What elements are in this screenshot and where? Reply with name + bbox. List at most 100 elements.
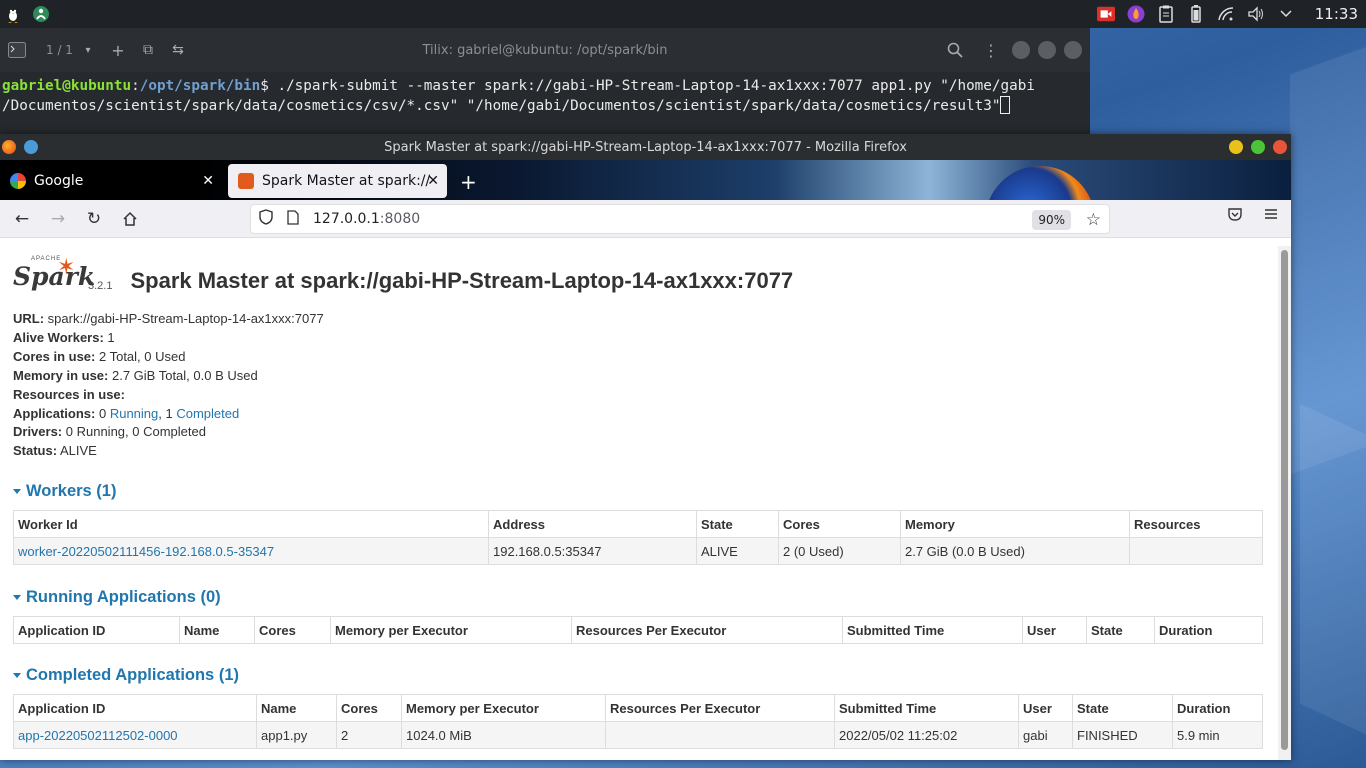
column-header[interactable]: Application ID (13, 694, 257, 722)
tab-google[interactable]: Google ✕ (0, 164, 222, 198)
minimize-button[interactable] (1229, 140, 1243, 154)
column-header[interactable]: State (1086, 616, 1155, 644)
column-header[interactable]: Cores (778, 510, 901, 538)
volume-icon[interactable] (1247, 5, 1265, 23)
table-cell: 2 (336, 721, 402, 749)
tab-spark-master[interactable]: Spark Master at spark://gabi- ✕ (228, 164, 447, 198)
column-header[interactable]: Submitted Time (842, 616, 1023, 644)
running-apps-table: Application ID Name Cores Memory per Exe… (13, 616, 1263, 644)
pocket-icon[interactable] (1227, 206, 1243, 226)
column-header[interactable]: Resources Per Executor (571, 616, 843, 644)
collapse-caret-icon (13, 489, 21, 494)
terminal-output[interactable]: gabriel@kubuntu:/opt/spark/bin$ ./spark-… (0, 72, 1090, 120)
summary-label: Alive Workers: (13, 329, 104, 345)
firefox-titlebar: Spark Master at spark://gabi-HP-Stream-L… (0, 134, 1291, 160)
column-header[interactable]: State (1072, 694, 1173, 722)
column-header[interactable]: User (1022, 616, 1087, 644)
column-header[interactable]: State (696, 510, 779, 538)
completed-apps-link[interactable]: Completed (176, 406, 239, 421)
column-header[interactable]: Name (179, 616, 255, 644)
close-button[interactable] (1064, 41, 1082, 59)
summary-label: Drivers: (13, 424, 63, 440)
column-header[interactable]: Submitted Time (834, 694, 1019, 722)
home-icon[interactable] (116, 205, 144, 233)
column-header[interactable]: Duration (1154, 616, 1263, 644)
back-icon[interactable]: ← (8, 205, 36, 233)
column-header[interactable]: Memory per Executor (401, 694, 606, 722)
add-session-icon[interactable]: + (107, 39, 129, 61)
maximize-button[interactable] (1038, 41, 1056, 59)
summary-label: Applications: (13, 405, 96, 421)
close-tab-icon[interactable]: ✕ (202, 173, 214, 189)
hamburger-menu-icon[interactable] (1263, 206, 1279, 226)
terminal-title: Tilix: gabriel@kubuntu: /opt/spark/bin (422, 42, 668, 58)
search-icon[interactable] (944, 39, 966, 61)
page-info-icon[interactable] (287, 209, 301, 229)
bookmark-star-icon[interactable]: ☆ (1086, 210, 1101, 230)
summary-label: Memory in use: (13, 367, 109, 383)
new-tab-icon[interactable]: + (460, 170, 477, 194)
forward-icon[interactable]: → (44, 205, 72, 233)
application-id-link[interactable]: app-20220502112502-0000 (18, 728, 178, 743)
running-apps-section-toggle[interactable]: Running Applications (0) (13, 588, 221, 607)
running-apps-link[interactable]: Running (110, 406, 158, 421)
close-button[interactable] (1273, 140, 1287, 154)
drivers-status: 0 Running, 0 Completed (65, 424, 206, 440)
column-header[interactable]: Memory (900, 510, 1130, 538)
worker-id-link[interactable]: worker-20220502111456-192.168.0.5-35347 (18, 544, 274, 559)
wifi-icon[interactable] (1217, 5, 1235, 23)
reload-icon[interactable]: ↻ (80, 205, 108, 233)
url-bar[interactable]: 127.0.0.1:8080 90% ☆ (250, 204, 1110, 234)
page-header: APACHE Spark ✶ 3.2.1 Spark Master at spa… (13, 254, 793, 296)
tracking-shield-icon[interactable] (259, 209, 275, 229)
clock[interactable]: 11:33 (1315, 5, 1358, 23)
firefox-app-icon[interactable] (2, 140, 16, 154)
master-status: ALIVE (59, 443, 97, 459)
minimize-button[interactable] (1012, 41, 1030, 59)
url-text[interactable]: 127.0.0.1:8080 (313, 211, 420, 227)
spark-favicon-icon (238, 173, 254, 189)
cluster-summary: URL: spark://gabi-HP-Stream-Laptop-14-ax… (13, 310, 324, 461)
column-header[interactable]: Application ID (13, 616, 180, 644)
terminal-cursor (1000, 96, 1011, 114)
table-cell: 192.168.0.5:35347 (488, 537, 697, 565)
column-header[interactable]: Duration (1172, 694, 1263, 722)
column-header[interactable]: Address (488, 510, 697, 538)
page-scrollbar[interactable] (1278, 246, 1291, 760)
column-header[interactable]: Cores (254, 616, 331, 644)
session-counter[interactable]: 1 / 1 (46, 43, 73, 57)
column-header[interactable]: Cores (336, 694, 402, 722)
terminal-app-icon[interactable] (6, 39, 28, 61)
table-cell: 2.7 GiB (0.0 B Used) (900, 537, 1130, 565)
pin-window-icon[interactable] (24, 140, 38, 154)
flame-icon[interactable] (1127, 5, 1145, 23)
table-cell (605, 721, 835, 749)
screen-recorder-icon[interactable] (1096, 5, 1115, 23)
sync-input-icon[interactable]: ⇆ (167, 39, 189, 61)
workers-section-toggle[interactable]: Workers (1) (13, 482, 116, 501)
column-header[interactable]: Worker Id (13, 510, 489, 538)
top-panel: 11:33 (0, 0, 1366, 28)
zoom-level-badge[interactable]: 90% (1032, 210, 1071, 230)
column-header[interactable]: Memory per Executor (330, 616, 572, 644)
column-header[interactable]: Resources (1129, 510, 1263, 538)
column-header[interactable]: Resources Per Executor (605, 694, 835, 722)
scrollbar-thumb[interactable] (1281, 250, 1288, 750)
menu-kebab-icon[interactable]: ⋮ (980, 39, 1002, 61)
app-launcher-icon[interactable] (32, 5, 50, 23)
command-line-1: ./spark-submit --master spark://gabi-HP-… (277, 78, 1035, 94)
split-terminal-icon[interactable]: ⧉ (137, 39, 159, 61)
column-header[interactable]: Name (256, 694, 337, 722)
summary-label: URL: (13, 311, 45, 326)
battery-icon[interactable] (1187, 5, 1205, 23)
tux-icon[interactable] (4, 5, 22, 23)
completed-apps-section-toggle[interactable]: Completed Applications (1) (13, 666, 239, 685)
chevron-down-icon[interactable] (1277, 5, 1295, 23)
clipboard-icon[interactable] (1157, 5, 1175, 23)
spark-logo[interactable]: APACHE Spark ✶ (13, 254, 95, 296)
maximize-button[interactable] (1251, 140, 1265, 154)
prompt-user: gabriel@kubuntu (2, 78, 132, 94)
close-tab-icon[interactable]: ✕ (427, 173, 439, 189)
column-header[interactable]: User (1018, 694, 1073, 722)
session-dropdown-icon[interactable]: ▾ (77, 39, 99, 61)
